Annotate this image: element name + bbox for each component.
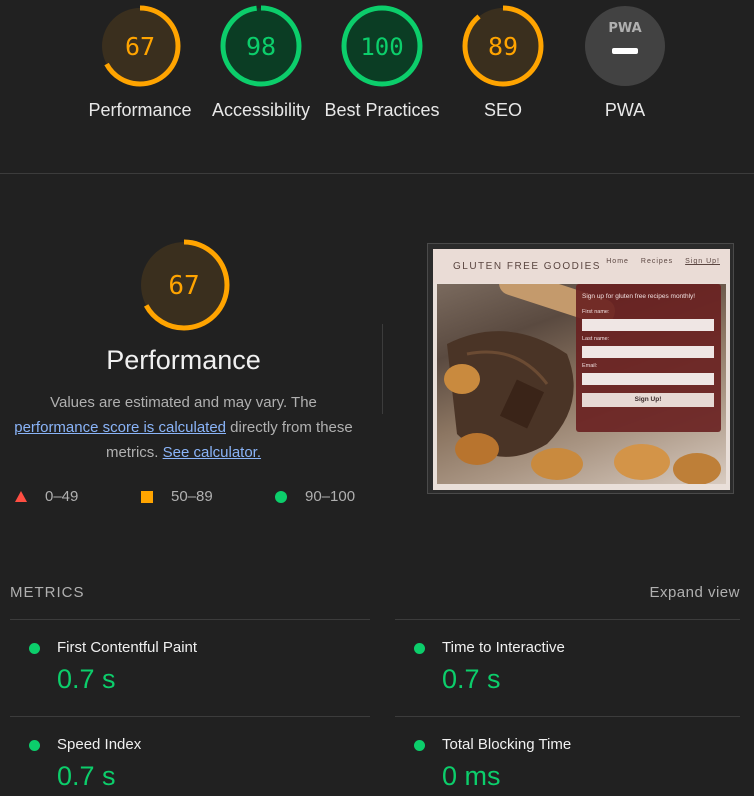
metric-speed-index: Speed Index 0.7 s bbox=[10, 716, 370, 796]
site-nav-recipes: Recipes bbox=[640, 258, 674, 265]
square-average-icon bbox=[141, 491, 153, 503]
gauge-score: 98 bbox=[246, 32, 276, 61]
metric-value: 0.7 s bbox=[57, 664, 116, 694]
category-gauges: 67 Performance 98 Accessibility 100 Best… bbox=[0, 0, 754, 174]
metric-name: First Contentful Paint bbox=[57, 639, 198, 656]
metric-name: Time to Interactive bbox=[442, 639, 565, 656]
triangle-fail-icon bbox=[15, 491, 27, 502]
pwa-badge-text: PWA bbox=[608, 21, 641, 36]
legend-range: 0–49 bbox=[45, 488, 79, 505]
site-nav-home: Home bbox=[606, 258, 629, 265]
performance-description: Values are estimated and may vary. The p… bbox=[10, 390, 357, 465]
site-nav-links: Home Recipes Sign Up! bbox=[597, 258, 720, 265]
gauge-score: 67 bbox=[125, 32, 155, 61]
pass-dot-icon bbox=[414, 740, 425, 751]
final-screenshot[interactable]: GLUTEN FREE GOODIES Home Recipes Sign Up… bbox=[427, 243, 734, 494]
gauge-label: Best Practices bbox=[324, 100, 440, 120]
gauge-seo[interactable]: 89 SEO bbox=[443, 4, 563, 123]
performance-title: Performance bbox=[106, 345, 261, 375]
pwa-badge-icon: PWA bbox=[585, 6, 665, 86]
metrics-header: METRICS bbox=[10, 584, 85, 601]
site-nav-signup: Sign Up! bbox=[685, 258, 720, 265]
signup-heading: Sign up for gluten free recipes monthly! bbox=[582, 293, 696, 300]
field-label: First name: bbox=[582, 309, 610, 315]
section-divider bbox=[0, 173, 754, 174]
pass-dot-icon bbox=[414, 643, 425, 654]
signup-button: Sign Up! bbox=[582, 393, 714, 407]
site-logo: GLUTEN FREE GOODIES bbox=[453, 261, 601, 272]
circle-pass-icon bbox=[275, 491, 287, 503]
gauge-pwa[interactable]: PWA PWA bbox=[565, 4, 685, 123]
email-field bbox=[582, 373, 714, 385]
gauge-label: Performance bbox=[88, 100, 192, 120]
gauge-score: 100 bbox=[360, 33, 403, 61]
gauge-accessibility[interactable]: 98 Accessibility bbox=[201, 4, 321, 123]
metric-time-to-interactive: Time to Interactive 0.7 s bbox=[395, 619, 740, 716]
metric-first-contentful-paint: First Contentful Paint 0.7 s bbox=[10, 619, 370, 716]
site-navbar: GLUTEN FREE GOODIES Home Recipes Sign Up… bbox=[433, 249, 730, 283]
gauge-ring: 98 bbox=[220, 5, 302, 87]
gauge-ring: 67 bbox=[99, 5, 181, 87]
gauge-performance[interactable]: 67 Performance bbox=[80, 4, 200, 123]
metric-total-blocking-time: Total Blocking Time 0 ms bbox=[395, 716, 740, 796]
gauge-best-practices[interactable]: 100 Best Practices bbox=[322, 4, 442, 123]
legend-range: 90–100 bbox=[305, 488, 356, 505]
field-label: Email: bbox=[582, 363, 598, 369]
metric-value: 0 ms bbox=[442, 761, 501, 791]
desc-text: Values are estimated and may vary. The bbox=[50, 394, 317, 411]
legend-range: 50–89 bbox=[171, 488, 213, 505]
see-calculator-link[interactable]: See calculator. bbox=[163, 444, 261, 461]
gauge-label: Accessibility bbox=[211, 100, 311, 120]
metric-value: 0.7 s bbox=[57, 761, 116, 791]
metric-value: 0.7 s bbox=[442, 664, 501, 694]
field-label: Last name: bbox=[582, 336, 610, 342]
first-name-field bbox=[582, 319, 714, 331]
metric-name: Speed Index bbox=[57, 736, 142, 753]
gauge-label: SEO bbox=[483, 100, 522, 120]
pass-dot-icon bbox=[29, 740, 40, 751]
gauge-ring: 89 bbox=[462, 5, 544, 87]
performance-score: 67 bbox=[168, 271, 199, 301]
vertical-divider bbox=[382, 324, 383, 414]
screenshot-image: GLUTEN FREE GOODIES Home Recipes Sign Up… bbox=[433, 249, 730, 490]
gauge-ring: 100 bbox=[341, 5, 423, 87]
performance-gauge: 67 bbox=[138, 239, 230, 331]
expand-view-toggle[interactable]: Expand view bbox=[649, 584, 740, 601]
signup-form: Sign up for gluten free recipes monthly!… bbox=[576, 284, 721, 432]
metric-name: Total Blocking Time bbox=[442, 736, 572, 753]
gauge-score: 89 bbox=[488, 32, 518, 61]
gauge-label: PWA bbox=[604, 100, 646, 120]
last-name-field bbox=[582, 346, 714, 358]
score-calculated-link[interactable]: performance score is calculated bbox=[14, 419, 226, 436]
pass-dot-icon bbox=[29, 643, 40, 654]
